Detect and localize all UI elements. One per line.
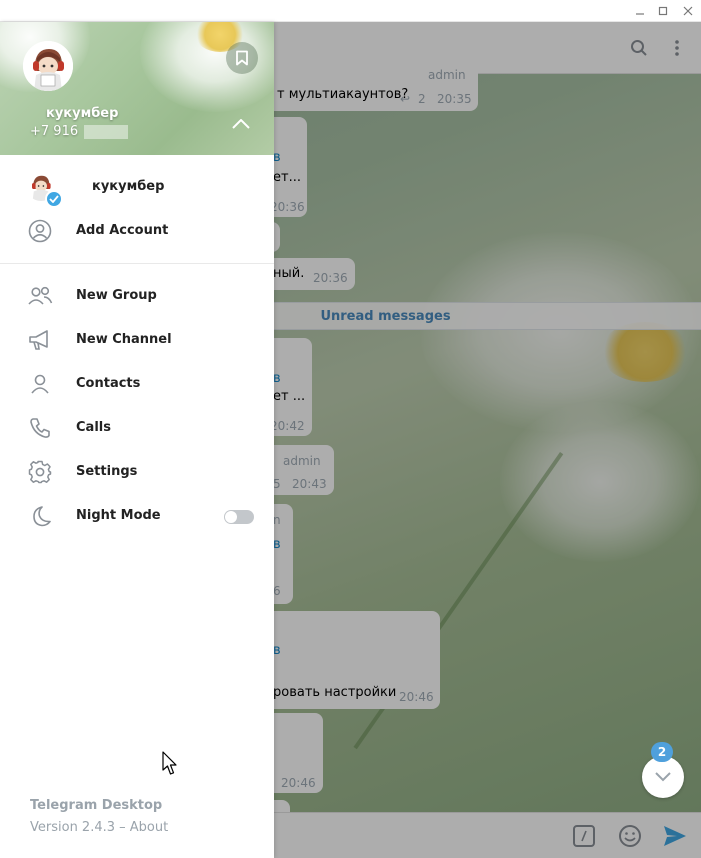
account-circle-icon bbox=[28, 219, 52, 247]
main-menu-drawer: кукумбер +7 916 кукумбер Add Account New… bbox=[0, 22, 274, 858]
window-titlebar bbox=[0, 0, 701, 22]
gear-icon bbox=[27, 460, 53, 484]
menu-item-contacts[interactable]: Contacts bbox=[0, 362, 274, 406]
bookmark-icon bbox=[236, 50, 248, 66]
moon-icon bbox=[27, 504, 53, 528]
unread-count-badge: 2 bbox=[651, 742, 673, 762]
scroll-down-button[interactable] bbox=[642, 756, 684, 798]
menu-item-new-channel[interactable]: New Channel bbox=[0, 318, 274, 362]
menu-item-new-group[interactable]: New Group bbox=[0, 274, 274, 318]
toggle-knob bbox=[225, 511, 237, 523]
avatar[interactable] bbox=[23, 41, 73, 91]
megaphone-icon bbox=[27, 328, 53, 352]
app-name: Telegram Desktop bbox=[30, 798, 163, 813]
person-icon bbox=[27, 372, 53, 396]
account-item[interactable]: кукумбер bbox=[0, 165, 274, 209]
close-icon[interactable] bbox=[676, 0, 700, 22]
menu-label: Night Mode bbox=[76, 508, 161, 523]
menu-item-settings[interactable]: Settings bbox=[0, 450, 274, 494]
phone-icon bbox=[27, 416, 53, 440]
menu-label: New Group bbox=[76, 288, 157, 303]
maximize-icon[interactable] bbox=[651, 0, 675, 22]
drawer-cover: кукумбер +7 916 bbox=[0, 22, 274, 155]
about-link[interactable]: About bbox=[130, 820, 168, 835]
add-account-button[interactable]: Add Account bbox=[0, 209, 274, 253]
version-separator: – bbox=[115, 820, 130, 835]
menu-item-night-mode[interactable]: Night Mode bbox=[0, 494, 274, 538]
profile-name: кукумбер bbox=[46, 106, 119, 121]
phone-redaction bbox=[84, 125, 128, 139]
menu-item-calls[interactable]: Calls bbox=[0, 406, 274, 450]
chevron-down-icon bbox=[655, 772, 671, 782]
mouse-cursor-icon bbox=[162, 751, 178, 781]
profile-phone: +7 916 bbox=[30, 124, 79, 139]
divider bbox=[0, 263, 274, 264]
active-account-check-icon bbox=[45, 190, 63, 208]
saved-messages-button[interactable] bbox=[226, 42, 258, 74]
version-text: Version 2.4.3 bbox=[30, 820, 116, 835]
menu-label: Contacts bbox=[76, 376, 141, 391]
group-icon bbox=[27, 284, 53, 308]
add-account-label: Add Account bbox=[76, 223, 169, 238]
night-mode-toggle[interactable] bbox=[224, 510, 254, 524]
menu-label: Settings bbox=[76, 464, 138, 479]
menu-label: Calls bbox=[76, 420, 111, 435]
chevron-up-icon bbox=[232, 119, 250, 129]
minimize-icon[interactable] bbox=[628, 0, 652, 22]
accounts-toggle-button[interactable] bbox=[229, 112, 253, 136]
menu-label: New Channel bbox=[76, 332, 172, 347]
version-line: Version 2.4.3 – About bbox=[30, 820, 168, 835]
account-name: кукумбер bbox=[92, 179, 165, 194]
